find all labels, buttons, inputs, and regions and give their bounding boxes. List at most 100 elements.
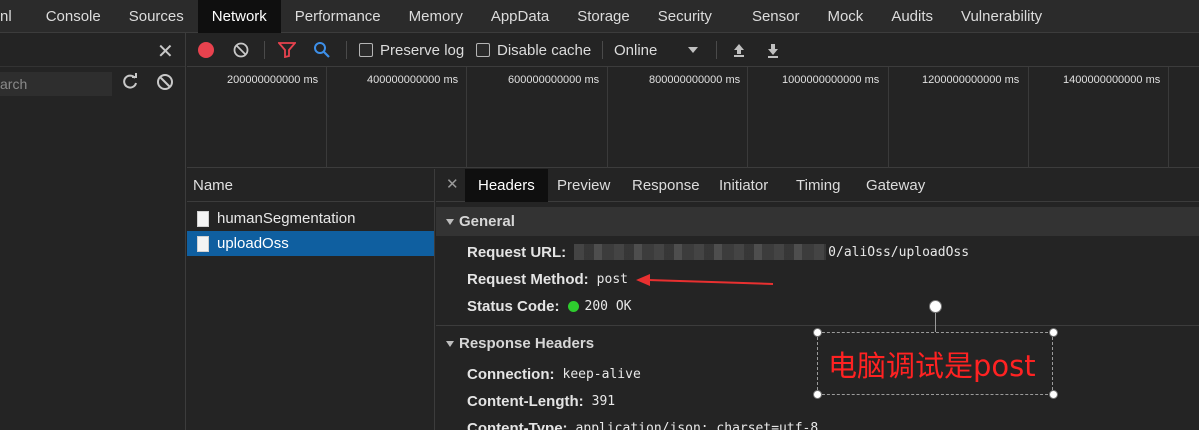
rotate-handle[interactable] <box>929 300 942 313</box>
redacted-url <box>574 244 827 260</box>
content-length-value: 391 <box>591 393 616 409</box>
tab-audits[interactable]: Audits <box>877 0 947 33</box>
document-icon <box>197 210 209 227</box>
tab-timing[interactable]: Timing <box>796 169 840 202</box>
checkbox-box[interactable] <box>359 43 373 57</box>
tab-mock[interactable]: Mock <box>813 0 877 33</box>
tab-network[interactable]: Network <box>197 0 281 33</box>
connection-key: Connection: <box>467 365 555 383</box>
content-length-key: Content-Length: <box>467 392 584 410</box>
general-section-header[interactable]: General <box>436 207 1199 236</box>
preserve-log-checkbox[interactable]: Preserve log <box>359 33 464 67</box>
refresh-icon[interactable] <box>121 73 139 96</box>
tab-headers[interactable]: Headers <box>465 169 548 202</box>
status-code-row: Status Code: 200 OK <box>467 295 631 317</box>
tab-storage[interactable]: Storage <box>563 0 644 33</box>
resize-handle[interactable] <box>1049 390 1058 399</box>
filter-icon <box>278 42 296 58</box>
request-url-row: Request URL: 0/aliOss/uploadOss <box>467 241 969 263</box>
checkbox-box[interactable] <box>476 43 490 57</box>
toolbar-divider <box>716 41 717 59</box>
search-button[interactable] <box>313 33 331 67</box>
toolbar-divider <box>346 41 347 59</box>
timeline-overview[interactable]: 200000000000 ms 400000000000 ms 60000000… <box>187 67 1199 168</box>
status-code-value: 200 OK <box>584 298 632 314</box>
tab-sensor[interactable]: Sensor <box>738 0 814 33</box>
resize-handle[interactable] <box>813 390 822 399</box>
timeline-tick-label: 600000000000 ms <box>508 74 600 86</box>
content-type-value: application/json; charset=utf-8 <box>575 420 819 430</box>
clear-icon <box>233 42 249 58</box>
toolbar-divider <box>264 41 265 59</box>
left-panel-search-row: arch <box>0 67 185 101</box>
name-column-header[interactable]: Name <box>187 169 434 202</box>
detail-tab-bar: ✕ Headers Preview Response Initiator Tim… <box>436 169 1199 202</box>
timeline-column: 800000000000 ms <box>608 67 748 168</box>
timeline-column: 400000000000 ms <box>327 67 467 168</box>
devtools-tab-bar: nl Console Sources Network Performance M… <box>0 0 1199 33</box>
tab-console[interactable]: Console <box>32 0 115 33</box>
list-item-selected[interactable]: uploadOss <box>187 231 434 256</box>
request-list: Name humanSegmentation uploadOss <box>187 169 435 430</box>
tab-elements-clipped[interactable]: nl <box>0 0 32 33</box>
tab-security[interactable]: Security <box>644 0 726 33</box>
record-button[interactable] <box>197 33 215 67</box>
timeline-column: 1200000000000 ms <box>889 67 1029 168</box>
tab-gateway[interactable]: Gateway <box>866 169 925 202</box>
request-name: uploadOss <box>217 235 289 252</box>
timeline-tick-label: 1200000000000 ms <box>922 74 1020 86</box>
disable-cache-label: Disable cache <box>497 41 592 59</box>
section-divider <box>436 325 1199 326</box>
status-code-key: Status Code: <box>467 297 560 315</box>
content-type-key: Content-Type: <box>467 419 568 430</box>
download-icon <box>768 44 778 58</box>
tab-performance[interactable]: Performance <box>281 0 395 33</box>
clear-button[interactable] <box>233 33 249 67</box>
tab-preview[interactable]: Preview <box>557 169 610 202</box>
tab-response[interactable]: Response <box>632 169 700 202</box>
timeline-column: 200000000000 ms <box>187 67 327 168</box>
rotate-handle-line <box>935 313 936 332</box>
tab-memory[interactable]: Memory <box>395 0 477 33</box>
timeline-column: 1400000000000 ms <box>1029 67 1169 168</box>
preserve-log-label: Preserve log <box>380 41 465 59</box>
close-icon[interactable]: ✕ <box>157 39 174 64</box>
network-toolbar: Preserve log Disable cache Online <box>187 33 1199 67</box>
export-har-button[interactable] <box>765 33 781 67</box>
general-title: General <box>459 213 515 230</box>
tab-vulnerability[interactable]: Vulnerability <box>947 0 1056 33</box>
timeline-tick-label: 400000000000 ms <box>367 74 459 86</box>
filter-button[interactable] <box>278 33 296 67</box>
timeline-tick-label: 200000000000 ms <box>227 74 319 86</box>
connection-value: keep-alive <box>562 366 641 382</box>
request-method-value: post <box>596 271 628 287</box>
resize-handle[interactable] <box>813 328 822 337</box>
disable-cache-checkbox[interactable]: Disable cache <box>476 33 591 67</box>
request-url-key: Request URL: <box>467 243 567 261</box>
response-headers-title: Response Headers <box>459 335 595 352</box>
toolbar-divider <box>602 41 603 59</box>
annotation-text: 电脑调试是post <box>828 349 1036 383</box>
throttle-select[interactable]: Online <box>614 33 699 67</box>
document-icon <box>197 235 209 252</box>
throttle-value: Online <box>614 41 658 59</box>
search-input[interactable]: arch <box>0 72 112 96</box>
triangle-down-icon <box>446 340 454 347</box>
import-har-button[interactable] <box>731 33 747 67</box>
close-icon[interactable]: ✕ <box>446 175 459 193</box>
tab-sources[interactable]: Sources <box>115 0 198 33</box>
left-side-panel: ✕ arch <box>0 33 186 430</box>
resize-handle[interactable] <box>1049 328 1058 337</box>
search-icon <box>314 42 330 58</box>
connection-row: Connection: keep-alive <box>467 363 641 385</box>
record-icon <box>198 42 214 58</box>
request-name: humanSegmentation <box>217 210 356 227</box>
tab-appdata[interactable]: AppData <box>477 0 563 33</box>
request-method-row: Request Method: post <box>467 268 628 290</box>
left-panel-header: ✕ <box>0 33 185 67</box>
clear-icon[interactable] <box>156 73 174 96</box>
list-item[interactable]: humanSegmentation <box>187 206 434 231</box>
tab-initiator[interactable]: Initiator <box>719 169 768 202</box>
content-length-row: Content-Length: 391 <box>467 390 615 412</box>
timeline-column: 600000000000 ms <box>467 67 608 168</box>
